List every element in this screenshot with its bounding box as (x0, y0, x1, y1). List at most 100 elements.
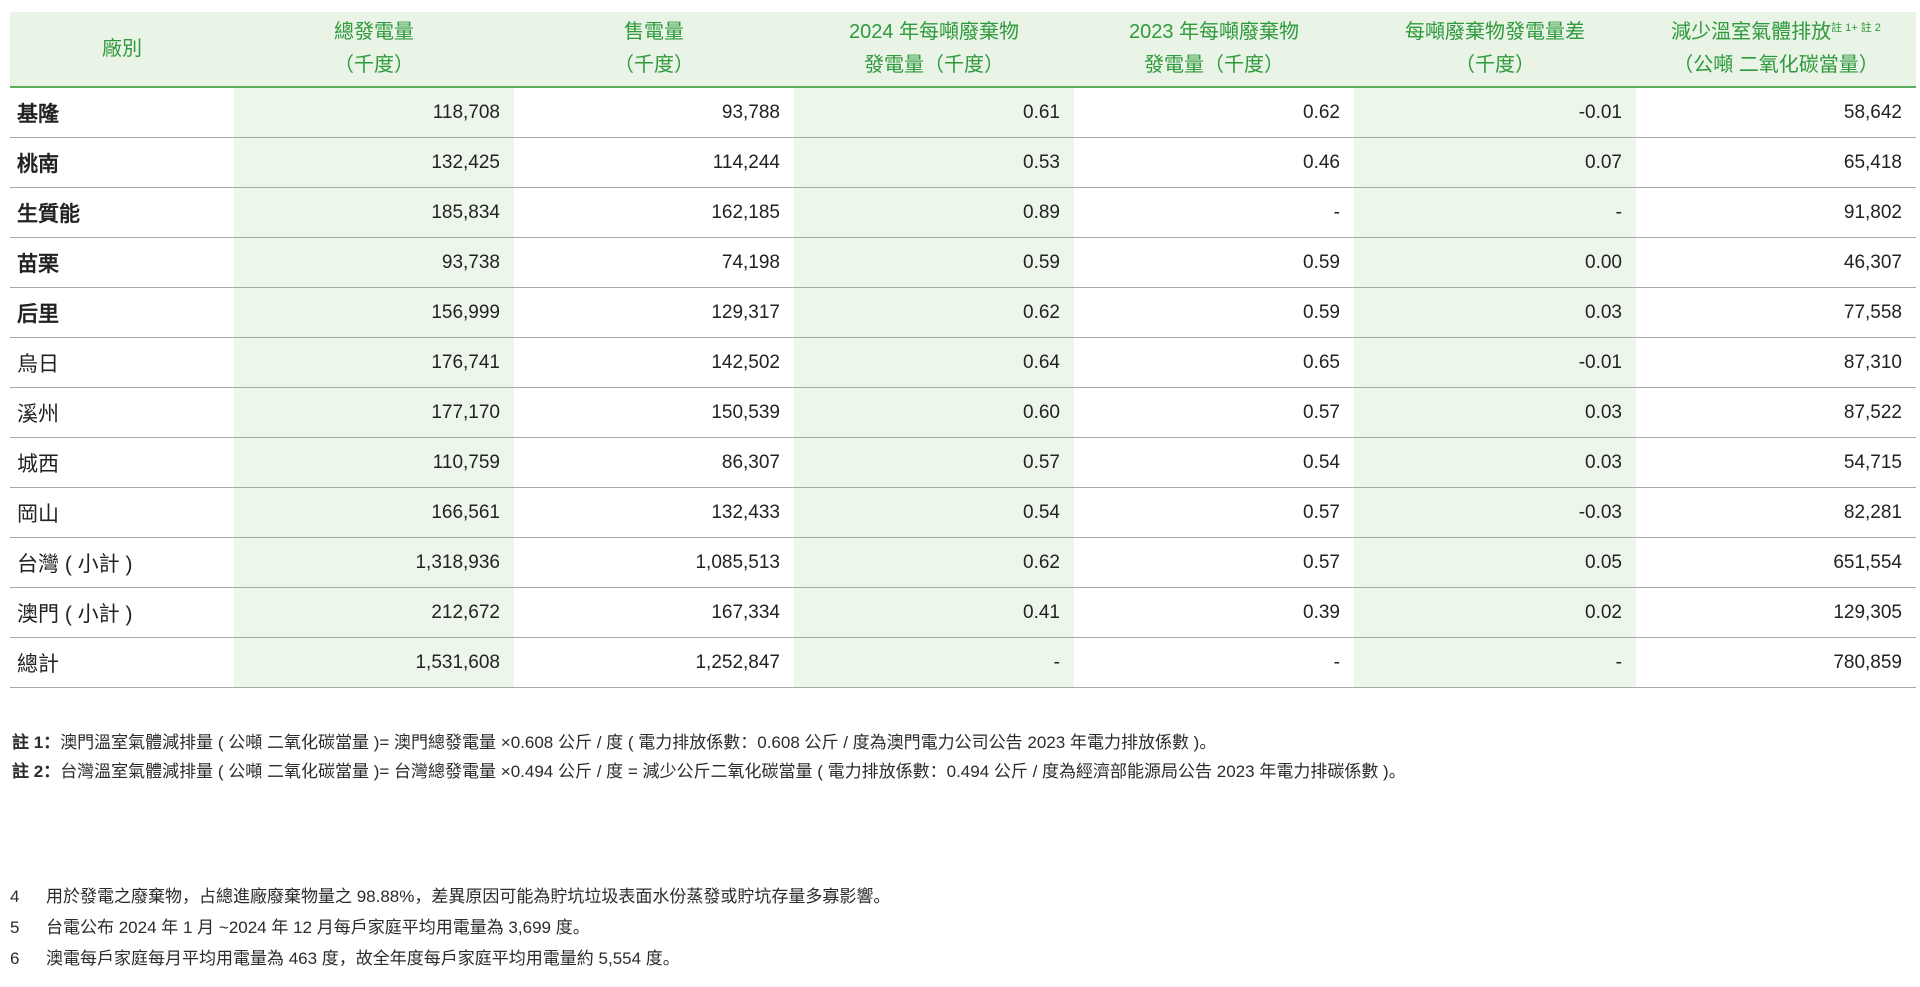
table-cell: 150,539 (514, 387, 794, 438)
table-cell: 74,198 (514, 237, 794, 288)
table-cell: 91,802 (1636, 187, 1916, 238)
table-cell: - (1074, 187, 1354, 238)
table-cell: 0.54 (1074, 437, 1354, 488)
header-electricity-sold: 售電量 （千度） (514, 12, 794, 88)
table-cell: 0.59 (1074, 237, 1354, 288)
table-body: 基隆 118,708 93,788 0.61 0.62 -0.01 58,642 桃南 132,… (10, 87, 1916, 688)
table-cell: 0.07 (1354, 137, 1636, 188)
footnote-number: 4 (10, 887, 20, 906)
table-header-row: 廠別 總發電量 （千度） 售電量 （千度） 2024 年每噸廢棄物 發電量（千度… (10, 12, 1916, 88)
table-cell: 1,085,513 (514, 537, 794, 588)
table-cell: 0.03 (1354, 387, 1636, 438)
table-cell: 93,788 (514, 87, 794, 138)
table-cell: 156,999 (234, 287, 514, 338)
table-cell: 0.60 (794, 387, 1074, 438)
plant-name: 桃南 (10, 137, 234, 188)
table-cell: 132,425 (234, 137, 514, 188)
table-cell: 77,558 (1636, 287, 1916, 338)
table-cell: 0.02 (1354, 587, 1636, 638)
table-cell: -0.03 (1354, 487, 1636, 538)
table-cell: 0.46 (1074, 137, 1354, 188)
header-unit: （千度） (614, 54, 694, 76)
table-cell: 0.05 (1354, 537, 1636, 588)
header-ghg-reduction: 減少溫室氣體排放註 1+ 註 2 （公噸 二氧化碳當量） (1636, 12, 1916, 88)
table-cell: 114,244 (514, 137, 794, 188)
table-cell: 0.62 (1074, 87, 1354, 138)
table-cell: 0.54 (794, 487, 1074, 538)
table-cell: 65,418 (1636, 137, 1916, 188)
table-cell: 0.53 (794, 137, 1074, 188)
footnote: 5 台電公布 2024 年 1 月 ~2024 年 12 月每戶家庭平均用電量為 … (10, 912, 890, 943)
table-cell: 0.65 (1074, 337, 1354, 388)
plant-name: 台灣 ( 小計 ) (10, 537, 234, 588)
table-row: 澳門 ( 小計 ) 212,672 167,334 0.41 0.39 0.02 129,3… (10, 587, 1916, 638)
header-line: 2023 年每噸廢棄物 (1128, 21, 1300, 43)
table-cell: 162,185 (514, 187, 794, 238)
table-header: 廠別 總發電量 （千度） 售電量 （千度） 2024 年每噸廢棄物 發電量（千度… (10, 12, 1916, 88)
table-cell: - (1074, 637, 1354, 688)
plant-name: 生質能 (10, 187, 234, 238)
plant-name: 城西 (10, 437, 234, 488)
table-cell: 212,672 (234, 587, 514, 638)
table-cell: 132,433 (514, 487, 794, 538)
header-line: 總發電量 (334, 21, 414, 43)
table-row: 岡山 166,561 132,433 0.54 0.57 -0.03 82,281 (10, 487, 1916, 538)
footnote: 6 澳電每戶家庭每月平均用電量為 463 度，故全年度每戶家庭平均用電量約 5,5… (10, 943, 890, 974)
table-cell: 0.00 (1354, 237, 1636, 288)
table-cell: 129,317 (514, 287, 794, 338)
plant-name: 苗栗 (10, 237, 234, 288)
table-row: 后里 156,999 129,317 0.62 0.59 0.03 77,558 (10, 287, 1916, 338)
footnote-text: 台電公布 2024 年 1 月 ~2024 年 12 月每戶家庭平均用電量為 3… (46, 918, 590, 937)
footnote-number: 5 (10, 918, 20, 937)
note-line: 註 2：台灣溫室氣體減排量 ( 公噸 二氧化碳當量 )= 台灣總發電量 ×0.4… (12, 757, 1406, 786)
table-cell: 176,741 (234, 337, 514, 388)
table-row: 城西 110,759 86,307 0.57 0.54 0.03 54,715 (10, 437, 1916, 488)
header-line: 每噸廢棄物發電量差 (1405, 21, 1585, 43)
header-line: 售電量 (624, 21, 684, 43)
footnote-number: 6 (10, 949, 20, 968)
table-cell: -0.01 (1354, 337, 1636, 388)
table-row: 基隆 118,708 93,788 0.61 0.62 -0.01 58,642 (10, 87, 1916, 138)
header-total-generation: 總發電量 （千度） (234, 12, 514, 88)
table-cell: 0.57 (794, 437, 1074, 488)
table-cell: 86,307 (514, 437, 794, 488)
power-generation-table-wrapper: 廠別 總發電量 （千度） 售電量 （千度） 2024 年每噸廢棄物 發電量（千度… (10, 12, 1916, 688)
plant-name: 溪州 (10, 387, 234, 438)
table-row: 總計 1,531,608 1,252,847- - -780,859 (10, 637, 1916, 688)
header-unit: （公噸 二氧化碳當量） (1673, 54, 1879, 76)
plant-name: 基隆 (10, 87, 234, 138)
table-cell: 0.62 (794, 287, 1074, 338)
plant-name: 總計 (10, 637, 234, 688)
header-per-ton-difference: 每噸廢棄物發電量差 （千度） (1354, 12, 1636, 88)
header-note-ref: 註 1+ 註 2 (1831, 22, 1881, 34)
table-cell: 780,859 (1636, 637, 1916, 688)
table-cell: 185,834 (234, 187, 514, 238)
table-cell: 0.59 (1074, 287, 1354, 338)
table-row: 溪州 177,170 150,539 0.60 0.57 0.03 87,522 (10, 387, 1916, 438)
plant-name: 澳門 ( 小計 ) (10, 587, 234, 638)
table-cell: 1,252,847 (514, 637, 794, 688)
footnote-text: 澳電每戶家庭每月平均用電量為 463 度，故全年度每戶家庭平均用電量約 5,55… (46, 949, 680, 968)
table-cell: 167,334 (514, 587, 794, 638)
table-cell: 177,170 (234, 387, 514, 438)
table-notes: 註 1：澳門溫室氣體減排量 ( 公噸 二氧化碳當量 )= 澳門總發電量 ×0.6… (12, 728, 1406, 786)
table-row: 桃南 132,425 114,244 0.53 0.46 0.07 65,418 (10, 137, 1916, 188)
table-cell: 46,307 (1636, 237, 1916, 288)
table-cell: - (1354, 187, 1636, 238)
table-cell: 118,708 (234, 87, 514, 138)
plant-name: 烏日 (10, 337, 234, 388)
table-cell: 0.59 (794, 237, 1074, 288)
table-cell: 110,759 (234, 437, 514, 488)
table-cell: 58,642 (1636, 87, 1916, 138)
table-cell: 0.03 (1354, 287, 1636, 338)
table-cell: 129,305 (1636, 587, 1916, 638)
header-line-text: 減少溫室氣體排放 (1671, 21, 1832, 43)
header-line: 2024 年每噸廢棄物 (848, 21, 1020, 43)
header-2023-per-ton: 2023 年每噸廢棄物 發電量（千度） (1074, 12, 1354, 88)
table-cell: 0.64 (794, 337, 1074, 388)
table-cell: 54,715 (1636, 437, 1916, 488)
table-cell: - (1354, 637, 1636, 688)
table-row: 生質能 185,834 162,185 0.89- -91,802 (10, 187, 1916, 238)
table-cell: 0.41 (794, 587, 1074, 638)
plant-name: 后里 (10, 287, 234, 338)
